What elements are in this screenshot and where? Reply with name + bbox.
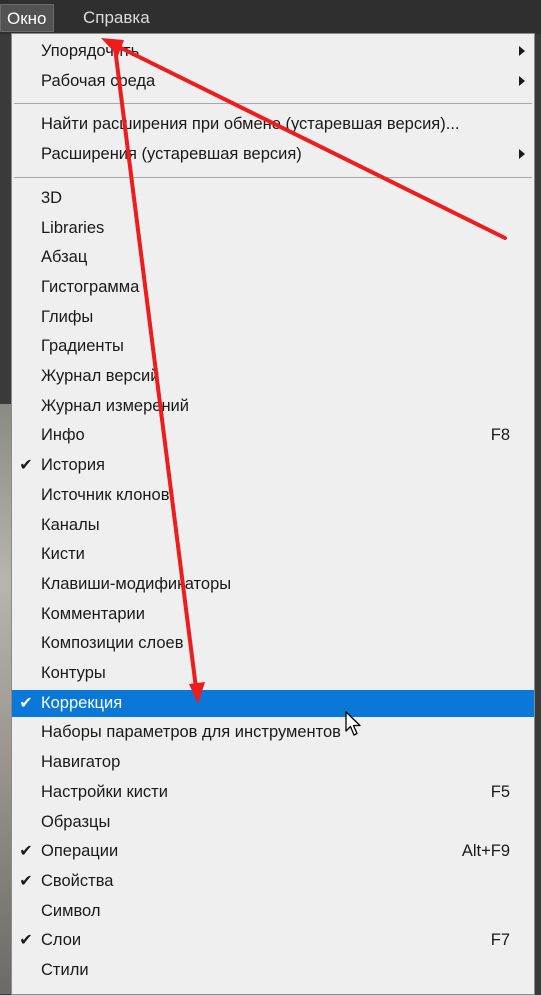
menu-item-label: Упорядочить: [41, 42, 140, 60]
menu-item[interactable]: Клавиши-модификаторы: [12, 571, 534, 598]
menu-item[interactable]: Глифы: [12, 304, 534, 331]
menu-item-label: Рабочая среда: [41, 71, 156, 90]
menu-item-label: Градиенты: [41, 337, 124, 356]
menu-item[interactable]: Композиции слоев: [12, 630, 534, 657]
menu-item-label: Инфо: [41, 426, 85, 445]
menu-item-label: Глифы: [41, 307, 94, 326]
menu-item[interactable]: 3D: [12, 185, 534, 212]
menu-item-label: Навигатор: [41, 753, 121, 772]
menu-item-label: Образцы: [41, 812, 111, 831]
menu-item-label: Комментарии: [41, 604, 145, 623]
submenu-arrow-icon: [519, 75, 525, 86]
menu-item-label: Операции: [41, 842, 119, 861]
menu-item-shortcut: F8: [490, 426, 510, 445]
menu-item-label: Слои: [41, 931, 82, 950]
menu-item[interactable]: Кисти: [12, 541, 534, 568]
menu-item[interactable]: Настройки кисти F5: [12, 779, 534, 806]
menu-item[interactable]: ✔ Коррекция: [12, 689, 534, 717]
menu-bar: Окно Справка: [0, 0, 541, 34]
menu-item[interactable]: ✔ Свойства: [12, 868, 534, 895]
menu-item-label: Гистограмма: [41, 277, 140, 296]
menu-item-label: Журнал измерений: [41, 396, 189, 415]
menu-item[interactable]: Инфо F8: [12, 422, 534, 449]
menu-item-label: Журнал версий: [41, 367, 160, 385]
menu-item-label: Каналы: [41, 515, 100, 534]
menu-item[interactable]: Рабочая среда: [12, 68, 534, 95]
menu-item-label: Абзац: [41, 248, 88, 267]
menu-item-label: Композиции слоев: [41, 634, 184, 653]
menu-item[interactable]: Гистограмма: [12, 274, 534, 301]
menu-item-label: Libraries: [41, 218, 105, 237]
menu-item-label: Символ: [41, 901, 101, 920]
checkmark-icon: ✔: [19, 872, 33, 890]
menu-item[interactable]: Навигатор: [12, 749, 534, 776]
menu-item[interactable]: Наборы параметров для инструментов: [12, 719, 534, 746]
checkmark-icon: ✔: [19, 457, 33, 475]
menu-item-label: Стили: [41, 961, 89, 979]
menu-item[interactable]: Libraries: [12, 215, 534, 242]
menu-item-label: Клавиши-модификаторы: [41, 574, 232, 593]
menu-item-label: Кисти: [41, 545, 85, 564]
menu-item-shortcut: Alt+F9: [461, 842, 510, 861]
menu-item[interactable]: Градиенты: [12, 333, 534, 360]
menu-item-shortcut: F7: [490, 931, 510, 950]
menu-item[interactable]: ✔ Операции Alt+F9: [12, 838, 534, 865]
menu-item[interactable]: Расширения (устаревшая версия): [12, 141, 534, 168]
submenu-arrow-icon: [519, 46, 525, 56]
menu-item-shortcut: F5: [490, 782, 510, 801]
menu-item-label: Настройки кисти: [41, 782, 168, 801]
menu-item[interactable]: Найти расширения при обмене (устаревшая …: [12, 111, 534, 138]
background-panel-right: [534, 34, 541, 994]
menu-item[interactable]: Упорядочить: [12, 38, 534, 65]
menu-item[interactable]: Образцы: [12, 809, 534, 836]
menu-item-label: Источник клонов: [41, 485, 170, 504]
menu-item[interactable]: Каналы: [12, 512, 534, 539]
menu-item[interactable]: Журнал измерений: [12, 393, 534, 420]
window-dropdown-menu: Упорядочить Рабочая среда Найти расширения…: [11, 33, 535, 995]
menu-item-label: Свойства: [41, 871, 114, 890]
menu-separator: [14, 176, 532, 178]
menu-item-label: Наборы параметров для инструментов: [41, 723, 341, 742]
menu-item-label: 3D: [41, 188, 63, 207]
checkmark-icon: ✔: [19, 843, 33, 861]
menu-item[interactable]: ✔ История: [12, 452, 534, 479]
mouse-cursor-icon: [345, 711, 361, 736]
menu-item-label: История: [41, 456, 105, 475]
menu-item[interactable]: Журнал версий: [12, 363, 534, 390]
menu-item[interactable]: Стили: [12, 957, 534, 984]
menubar-window[interactable]: Окно: [0, 4, 54, 32]
menu-separator: [14, 103, 532, 105]
menu-item[interactable]: ✔ Слои F7: [12, 927, 534, 954]
menu-item[interactable]: Абзац: [12, 244, 534, 271]
menu-item[interactable]: Комментарии: [12, 601, 534, 628]
checkmark-icon: ✔: [19, 932, 33, 950]
menubar-help[interactable]: Справка: [77, 4, 156, 32]
menu-item-label: Расширения (устаревшая версия): [41, 145, 302, 164]
submenu-arrow-icon: [519, 149, 525, 160]
menu-item[interactable]: Контуры: [12, 660, 534, 687]
menu-item-label: Найти расширения при обмене (устаревшая …: [41, 115, 460, 134]
menu-item-label: Контуры: [41, 664, 106, 682]
checkmark-icon: ✔: [19, 694, 33, 712]
menu-item-label: Коррекция: [41, 693, 123, 712]
menu-item[interactable]: Символ: [12, 898, 534, 925]
menu-item[interactable]: Источник клонов: [12, 482, 534, 509]
